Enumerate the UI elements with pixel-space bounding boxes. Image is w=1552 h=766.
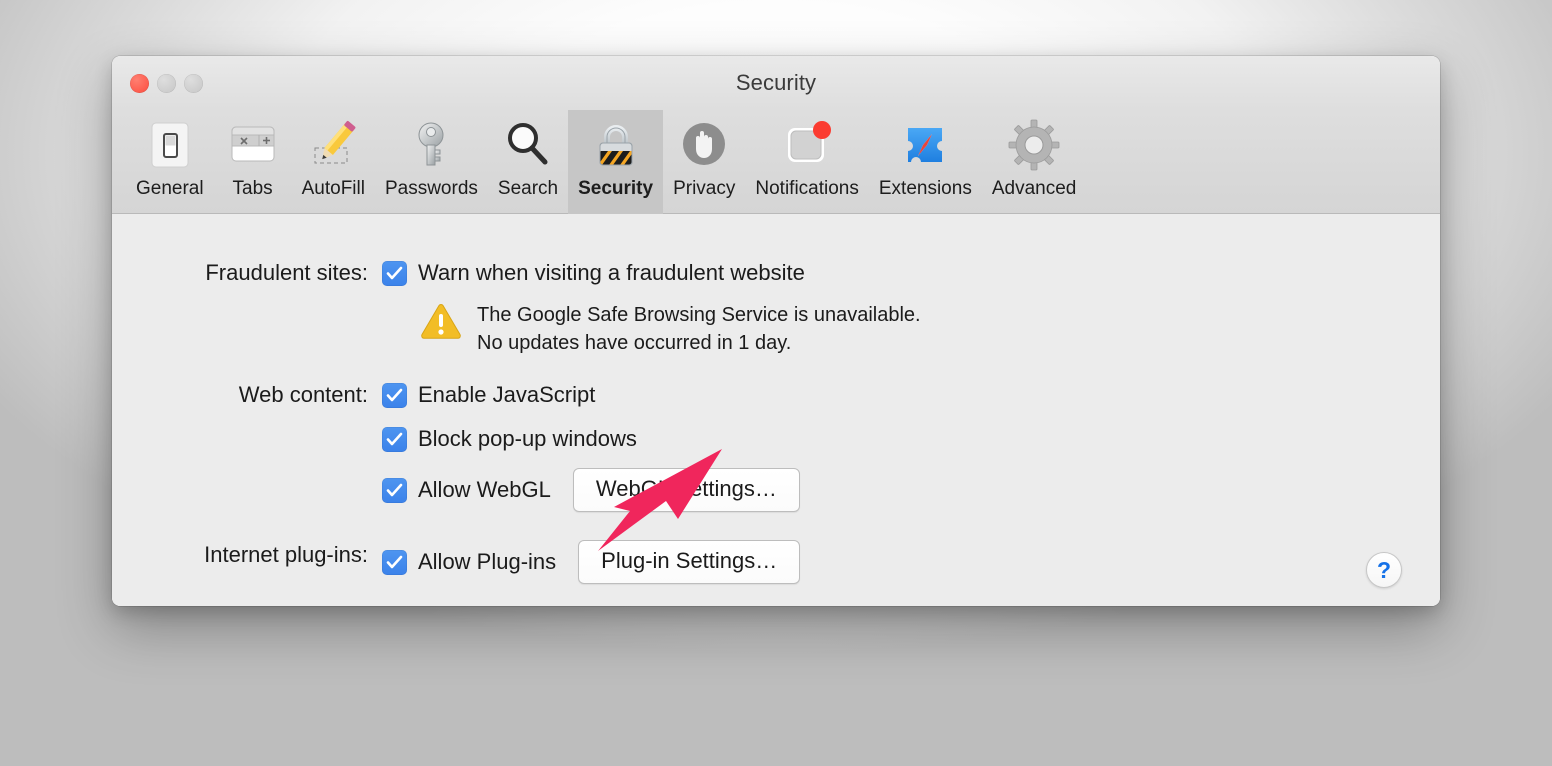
warning-triangle-icon	[418, 301, 464, 348]
tab-label: General	[136, 178, 204, 199]
allow-webgl-label: Allow WebGL	[418, 477, 551, 502]
gear-icon	[1005, 116, 1063, 174]
tab-label: Passwords	[384, 178, 478, 199]
enable-javascript-label: Enable JavaScript	[418, 382, 596, 407]
tab-security[interactable]: Security	[568, 110, 664, 214]
allow-webgl-checkbox[interactable]	[382, 477, 407, 503]
notification-badge-icon	[778, 116, 836, 174]
help-question-icon[interactable]: ?	[1366, 552, 1402, 588]
web-content-label: Web content:	[238, 382, 368, 407]
warn-fraudulent-website-checkbox[interactable]	[382, 260, 407, 286]
tab-advanced[interactable]: Advanced	[982, 110, 1087, 214]
tab-privacy[interactable]: Privacy	[663, 110, 745, 214]
security-pane: Fraudulent sites: Warn when visiting a f…	[112, 214, 1440, 606]
internet-plugins-row: Internet plug-ins: Allow Plug-ins Plug-i…	[132, 540, 801, 584]
hand-icon	[675, 116, 733, 174]
tab-label: Extensions	[878, 178, 972, 199]
tab-label: Notifications	[755, 178, 859, 199]
tab-autofill[interactable]: AutoFill	[292, 110, 375, 214]
fraudulent-sites-row: Fraudulent sites: Warn when visiting a f…	[132, 258, 921, 357]
enable-javascript-checkbox[interactable]	[382, 382, 407, 408]
safe-browsing-warning: The Google Safe Browsing Service is unav…	[418, 301, 921, 357]
warning-line-2: No updates have occurred in 1 day.	[477, 332, 792, 354]
tab-label: Security	[578, 178, 654, 199]
tab-notifications[interactable]: Notifications	[745, 110, 869, 214]
webgl-settings-button[interactable]: WebGL Settings…	[572, 468, 800, 512]
block-popups-checkbox-row[interactable]: Block pop-up windows	[382, 424, 800, 454]
light-switch-icon	[141, 116, 199, 174]
tab-passwords[interactable]: Passwords	[375, 110, 488, 214]
pencil-icon	[304, 116, 362, 174]
block-popups-checkbox[interactable]	[382, 426, 407, 452]
puzzle-compass-icon	[896, 116, 954, 174]
warn-fraudulent-website-checkbox-row[interactable]: Warn when visiting a fraudulent website	[382, 258, 921, 288]
window-titlebar: Security	[112, 56, 1440, 110]
tab-extensions[interactable]: Extensions	[869, 110, 982, 214]
window-title: Security	[735, 70, 817, 95]
plugin-settings-button[interactable]: Plug-in Settings…	[578, 540, 801, 584]
tab-tabs[interactable]: Tabs	[214, 110, 292, 214]
allow-plugins-row: Allow Plug-ins Plug-in Settings…	[382, 540, 801, 584]
preferences-window: Security General Tabs AutoFill Passwords…	[112, 56, 1440, 606]
tab-label: Privacy	[673, 178, 736, 199]
tab-label: Tabs	[232, 178, 273, 199]
allow-plug-ins-checkbox[interactable]	[382, 549, 407, 575]
warning-line-1: The Google Safe Browsing Service is unav…	[477, 304, 921, 326]
allow-plugins-label: Allow Plug-ins	[418, 549, 557, 574]
fraudulent-sites-label: Fraudulent sites:	[205, 260, 368, 285]
preferences-toolbar: General Tabs AutoFill Passwords Search S…	[112, 110, 1440, 214]
internet-plugins-label: Internet plug-ins:	[204, 542, 368, 567]
key-icon	[402, 116, 460, 174]
tab-general[interactable]: General	[126, 110, 214, 214]
browser-tabs-icon	[224, 116, 282, 174]
warn-fraudulent-website-label: Warn when visiting a fraudulent website	[418, 260, 805, 285]
padlock-icon	[587, 116, 645, 174]
tab-label: AutoFill	[301, 178, 365, 199]
tab-label: Advanced	[991, 178, 1077, 199]
tab-label: Search	[497, 178, 559, 199]
allow-webgl-row: Allow WebGL WebGL Settings…	[382, 468, 800, 512]
block-popups-label: Block pop-up windows	[418, 426, 637, 451]
magnifier-icon	[499, 116, 557, 174]
tab-search[interactable]: Search	[488, 110, 568, 214]
web-content-row: Web content: Enable JavaScript Block pop…	[132, 380, 800, 512]
enable-javascript-checkbox-row[interactable]: Enable JavaScript	[382, 380, 800, 410]
